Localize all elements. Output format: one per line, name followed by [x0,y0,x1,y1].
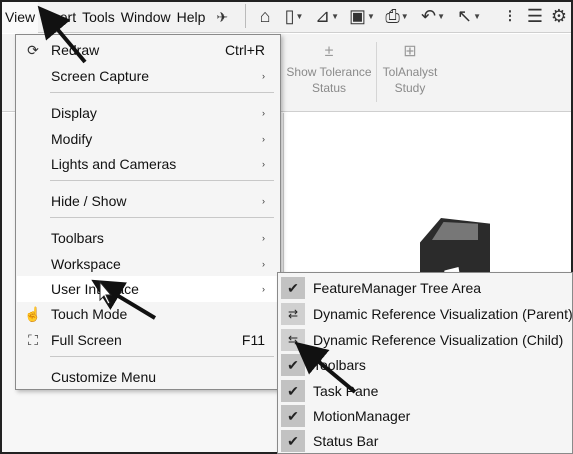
home-icon[interactable]: ⌂ [252,3,278,29]
menu-help[interactable]: Help [174,2,209,33]
undo-icon[interactable]: ↶ ▼ [416,3,450,29]
menu-separator [50,217,274,218]
submenu-arrow-icon: › [262,159,265,169]
tolanalyst-label-1: TolAnalyst [382,65,438,79]
save-icon[interactable]: ▣ ▼ [346,3,378,29]
menu-insert[interactable]: Insert [38,2,79,33]
tolerance-icon: ± [324,43,334,60]
menu-separator [50,180,274,181]
check-icon: ✔ [281,405,305,427]
menu-item-customize-menu[interactable]: Customize Menu [17,364,279,390]
menu-item-lights-and-cameras[interactable]: Lights and Cameras › [17,151,279,177]
submenu-item-dynamic-reference-child[interactable]: ⇆ Dynamic Reference Visualization (Child… [278,327,572,353]
check-icon: ✔ [281,430,305,452]
menu-view[interactable]: View [2,1,39,33]
select-cursor-icon[interactable]: ↖ ▼ [453,3,485,29]
submenu-item-label: Dynamic Reference Visualization (Child) [313,332,564,348]
print-icon[interactable]: ⎙ ▼ [380,3,414,29]
submenu-arrow-icon: › [262,259,265,269]
menu-item-label: Modify [51,131,93,147]
menu-item-label: Hide / Show [51,193,127,209]
show-tolerance-label-1: Show Tolerance [286,65,372,79]
submenu-arrow-icon: › [262,108,265,118]
toolbar-separator [245,4,246,28]
check-icon: ✔ [281,354,305,376]
open-icon[interactable]: ⊿ ▼ [311,3,343,29]
menu-item-redraw[interactable]: ⟳ Redraw Ctrl+R [17,37,279,63]
traffic-light-icon[interactable]: ⁝ [500,3,520,29]
tolanalyst-label-2: Study [394,81,426,95]
submenu-arrow-icon: › [262,196,265,206]
menu-item-hide-show[interactable]: Hide / Show › [17,188,279,214]
submenu-item-label: Dynamic Reference Visualization (Parent) [313,306,573,322]
submenu-item-dynamic-reference-parent[interactable]: ⇄ Dynamic Reference Visualization (Paren… [278,301,573,327]
submenu-item-task-pane[interactable]: ✔ Task Pane [278,378,572,404]
menu-item-touch-mode[interactable]: ☝ Touch Mode [17,301,279,327]
menu-item-display[interactable]: Display › [17,100,279,126]
fullscreen-icon: ⛶ [28,331,38,348]
menu-separator [50,92,274,93]
menu-item-label: Toolbars [51,230,104,246]
submenu-item-label: Task Pane [313,383,379,399]
redraw-icon: ⟳ [27,41,39,58]
check-icon: ✔ [281,277,305,299]
show-tolerance-status-button[interactable]: ± Show Tolerance Status [284,44,374,96]
menu-item-label: Display [51,105,97,121]
touch-hand-icon: ☝ [24,305,42,322]
show-tolerance-label-2: Status [311,81,347,95]
menu-item-user-interface[interactable]: User Interface › [17,276,279,302]
menu-item-label: Full Screen [51,332,122,348]
menu-window[interactable]: Window [118,2,174,33]
shortcut-label: F11 [241,332,265,348]
submenu-item-featuremanager-tree-area[interactable]: ✔ FeatureManager Tree Area [278,275,572,301]
submenu-arrow-icon: › [262,284,265,294]
menu-item-full-screen[interactable]: ⛶ Full Screen F11 [17,327,279,353]
settings-gear-icon[interactable]: ⚙ [548,3,570,29]
submenu-item-status-bar[interactable]: ✔ Status Bar [278,428,572,454]
submenu-item-label: Status Bar [313,433,379,449]
ribbon-divider [376,42,377,102]
menu-item-screen-capture[interactable]: Screen Capture › [17,63,279,89]
submenu-item-label: Toolbars [313,357,366,373]
menu-tools[interactable]: Tools [79,2,118,33]
menu-item-workspace[interactable]: Workspace › [17,251,279,277]
submenu-item-label: FeatureManager Tree Area [313,280,482,296]
menu-item-label: Touch Mode [51,306,128,322]
menu-item-label: User Interface [51,281,139,297]
tolanalyst-study-button[interactable]: ⊞ TolAnalyst Study [380,44,440,96]
options-list-icon[interactable]: ☰ [524,3,546,29]
view-menu-dropdown: ⟳ Redraw Ctrl+R Screen Capture › Display… [15,34,281,390]
user-interface-submenu: ✔ FeatureManager Tree Area ⇄ Dynamic Ref… [277,272,573,454]
menu-item-label: Customize Menu [51,369,157,385]
submenu-item-motionmanager[interactable]: ✔ MotionManager [278,403,572,429]
menu-separator [50,356,274,357]
pin-icon[interactable]: ✈ [216,9,228,26]
submenu-arrow-icon: › [262,134,265,144]
submenu-arrow-icon: › [262,233,265,243]
menu-item-label: Screen Capture [51,68,150,84]
check-icon: ✔ [281,380,305,402]
menu-item-label: Workspace [51,256,121,272]
shortcut-label: Ctrl+R [224,42,265,58]
menu-item-label: Redraw [51,42,100,58]
menu-item-modify[interactable]: Modify › [17,126,279,152]
submenu-item-toolbars[interactable]: ✔ Toolbars [278,352,572,378]
menu-item-toolbars[interactable]: Toolbars › [17,225,279,251]
menu-item-label: Lights and Cameras [51,156,177,172]
tolanalyst-icon: ⊞ [403,43,417,60]
submenu-arrow-icon: › [262,71,265,81]
reference-parent-icon: ⇄ [281,303,305,325]
new-document-icon[interactable]: ▯ ▼ [280,3,308,29]
reference-child-icon: ⇆ [281,329,305,351]
submenu-item-label: MotionManager [313,408,411,424]
